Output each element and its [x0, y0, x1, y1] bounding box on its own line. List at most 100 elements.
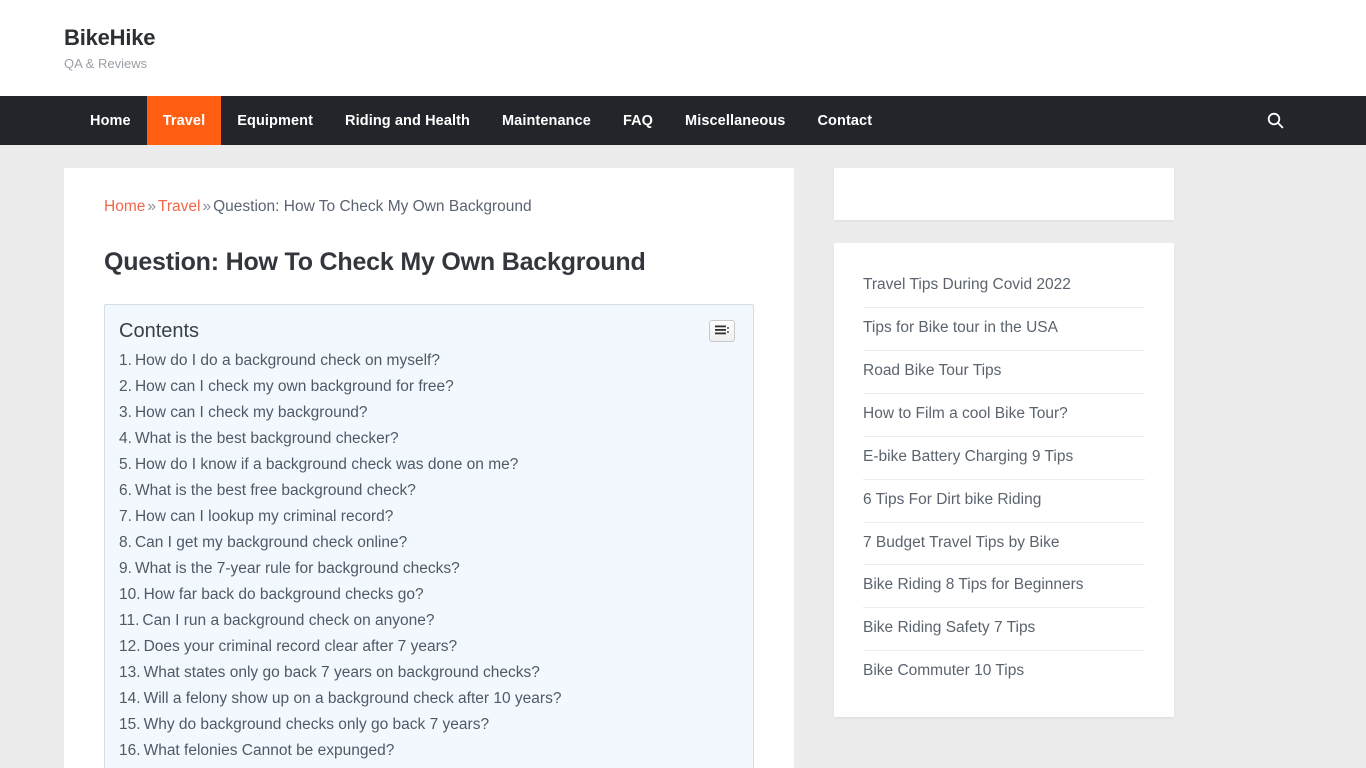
breadcrumb-separator-1: » — [147, 198, 156, 215]
nav-item-home[interactable]: Home — [74, 96, 147, 145]
toc-item-number: 16. — [119, 741, 141, 759]
toc-item[interactable]: 3. How can I check my background? — [119, 400, 735, 426]
toc-item-number: 7. — [119, 507, 132, 525]
list-item: Travel Tips During Covid 2022 — [863, 265, 1145, 308]
site-header: BikeHike QA & Reviews — [0, 0, 1366, 96]
toc-item-number: 13. — [119, 663, 141, 681]
toc-item-label: What states only go back 7 years on back… — [143, 663, 540, 681]
toc-item[interactable]: 8. Can I get my background check online? — [119, 530, 735, 556]
list-item: Tips for Bike tour in the USA — [863, 308, 1145, 351]
toc-item[interactable]: 10. How far back do background checks go? — [119, 582, 735, 608]
breadcrumb-link-travel[interactable]: Travel — [158, 198, 201, 215]
breadcrumb-separator-2: » — [202, 198, 212, 215]
toc-toggle-button[interactable] — [709, 319, 735, 342]
toc-item-number: 14. — [119, 689, 141, 707]
search-icon — [1267, 112, 1284, 129]
toc-item[interactable]: 4. What is the best background checker? — [119, 426, 735, 452]
toc-item[interactable]: 13. What states only go back 7 years on b… — [119, 660, 735, 686]
sidebar-post-link[interactable]: Road Bike Tour Tips — [863, 351, 1145, 393]
sidebar-post-link[interactable]: Bike Commuter 10 Tips — [863, 651, 1145, 693]
toc-item-label: How do I know if a background check was … — [134, 455, 519, 473]
toc-item-number: 5. — [119, 455, 132, 473]
sidebar-post-link[interactable]: 7 Budget Travel Tips by Bike — [863, 523, 1145, 565]
toc-item-label: What is the 7-year rule for background c… — [134, 559, 460, 577]
toc-item[interactable]: 2. How can I check my own background for … — [119, 374, 735, 400]
toc-item-number: 10. — [119, 585, 141, 603]
toc-item[interactable]: 1. How do I do a background check on myse… — [119, 348, 735, 374]
toc-item-number: 6. — [119, 481, 132, 499]
recent-posts-list: Travel Tips During Covid 2022 Tips for B… — [834, 243, 1174, 717]
breadcrumb-current: Question: How To Check My Own Background — [213, 198, 532, 215]
list-item: E-bike Battery Charging 9 Tips — [863, 437, 1145, 480]
main-content: Home» Travel» Question: How To Check My Ow… — [64, 168, 794, 768]
page-wrapper: Home» Travel» Question: How To Check My Ow… — [64, 145, 1302, 768]
list-item: Bike Riding 8 Tips for Beginners — [863, 565, 1145, 609]
nav-item-equipment[interactable]: Equipment — [221, 96, 329, 145]
toc-item[interactable]: 9. What is the 7-year rule for background… — [119, 556, 735, 582]
nav-item-travel[interactable]: Travel — [146, 96, 222, 145]
nav-item-riding-and-health[interactable]: Riding and Health — [329, 96, 486, 145]
sidebar-post-link[interactable]: E-bike Battery Charging 9 Tips — [863, 437, 1145, 479]
toc-item-label: Can I get my background check online? — [134, 533, 408, 551]
sidebar-post-link[interactable]: Travel Tips During Covid 2022 — [863, 265, 1145, 307]
sidebar-post-link[interactable]: Bike Riding Safety 7 Tips — [863, 608, 1145, 650]
nav-list: Home Travel Equipment Riding and Health … — [74, 96, 888, 145]
toc-item-number: 4. — [119, 429, 132, 447]
nav-item-faq[interactable]: FAQ — [607, 96, 669, 145]
toc-item-label: How far back do background checks go? — [143, 585, 424, 603]
toc-item[interactable]: 15. Why do background checks only go back… — [119, 712, 735, 738]
nav-item-maintenance[interactable]: Maintenance — [486, 96, 607, 145]
sidebar-post-link[interactable]: Bike Riding 8 Tips for Beginners — [863, 565, 1145, 607]
toc-item-number: 1. — [119, 351, 132, 369]
toc-item-label: What is the best background checker? — [134, 429, 399, 447]
toc-item-number: 2. — [119, 377, 132, 395]
main-navigation: Home Travel Equipment Riding and Health … — [0, 96, 1366, 145]
search-toggle-button[interactable] — [1249, 96, 1302, 145]
page-title: Question: How To Check My Own Background — [104, 247, 646, 276]
toc-item-label: Why do background checks only go back 7 … — [143, 715, 490, 733]
toc-item[interactable]: 12. Does your criminal record clear after… — [119, 634, 735, 660]
toc-item-number: 12. — [119, 637, 141, 655]
toc-item-number: 11. — [119, 611, 140, 629]
toc-heading: Contents — [119, 319, 200, 342]
toc-item[interactable]: 7. How can I lookup my criminal record? — [119, 504, 735, 530]
breadcrumb: Home» Travel» Question: How To Check My Ow… — [104, 196, 754, 218]
toc-item-label: What is the best free background check? — [134, 481, 416, 499]
toc-item-number: 9. — [119, 559, 132, 577]
toc-item-number: 8. — [119, 533, 132, 551]
list-item: How to Film a cool Bike Tour? — [863, 394, 1145, 437]
toc-item[interactable]: 11. Can I run a background check on anyon… — [119, 608, 735, 634]
list-toggle-icon — [714, 325, 730, 337]
toc-list: 1. How do I do a background check on myse… — [119, 348, 735, 764]
toc-item[interactable]: 16. What felonies Cannot be expunged? — [119, 738, 735, 764]
list-item: Road Bike Tour Tips — [863, 351, 1145, 394]
toc-item-number: 15. — [119, 715, 141, 733]
toc-item-number: 3. — [119, 403, 132, 421]
site-tagline: QA & Reviews — [64, 55, 148, 71]
sidebar-widget-empty — [834, 168, 1174, 220]
site-title[interactable]: BikeHike — [64, 25, 1302, 51]
breadcrumb-link-home[interactable]: Home — [104, 198, 145, 215]
sidebar-widget-recent-posts: Travel Tips During Covid 2022 Tips for B… — [834, 243, 1174, 718]
toc-item[interactable]: 5. How do I know if a background check wa… — [119, 452, 735, 478]
toc-item-label: Will a felony show up on a background ch… — [143, 689, 562, 707]
toc-item-label: How can I check my own background for fr… — [134, 377, 454, 395]
list-item: Bike Commuter 10 Tips — [863, 651, 1145, 693]
list-item: 6 Tips For Dirt bike Riding — [863, 480, 1145, 523]
toc-item-label: Does your criminal record clear after 7 … — [143, 637, 458, 655]
sidebar-post-link[interactable]: 6 Tips For Dirt bike Riding — [863, 480, 1145, 522]
sidebar-post-link[interactable]: How to Film a cool Bike Tour? — [863, 394, 1145, 436]
table-of-contents: Contents 1. How do I do a background che… — [104, 303, 754, 768]
list-item: Bike Riding Safety 7 Tips — [863, 608, 1145, 652]
list-item: 7 Budget Travel Tips by Bike — [863, 523, 1145, 566]
toc-item-label: How can I check my background? — [134, 403, 368, 421]
sidebar-post-link[interactable]: Tips for Bike tour in the USA — [863, 308, 1145, 350]
toc-item-label: What felonies Cannot be expunged? — [143, 741, 395, 759]
nav-item-contact[interactable]: Contact — [801, 96, 888, 145]
toc-item-label: Can I run a background check on anyone? — [142, 611, 435, 629]
nav-item-miscellaneous[interactable]: Miscellaneous — [669, 96, 801, 145]
toc-item-label: How do I do a background check on myself… — [134, 351, 440, 369]
sidebar: Travel Tips During Covid 2022 Tips for B… — [834, 168, 1174, 740]
toc-item[interactable]: 6. What is the best free background check… — [119, 478, 735, 504]
toc-item[interactable]: 14. Will a felony show up on a background… — [119, 686, 735, 712]
